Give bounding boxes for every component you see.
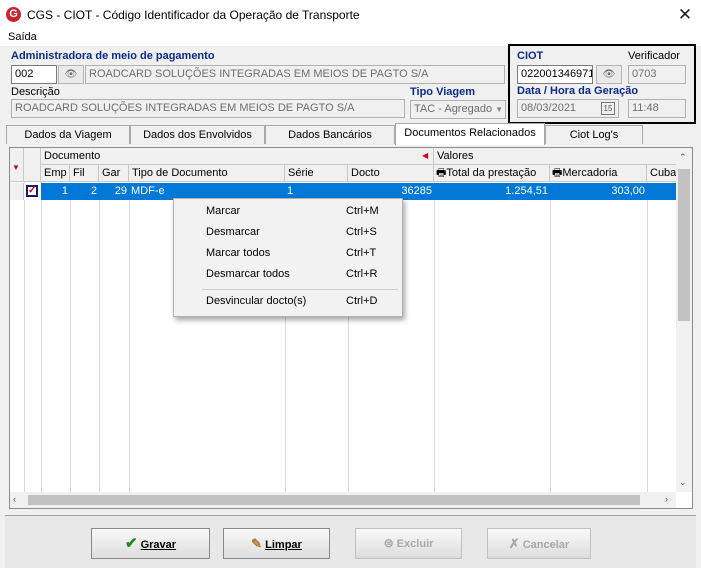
tab-dados-envolvidos[interactable]: Dados dos Envolvidos (130, 125, 265, 144)
col-gar[interactable]: Gar (99, 165, 129, 182)
excluir-label: Excluir (396, 538, 434, 550)
menu-desvincular-shortcut: Ctrl+D (346, 295, 378, 307)
menu-desmarcar-todos-label: Desmarcar todos (206, 268, 290, 280)
group-valores: Valores (434, 148, 692, 165)
menu-marcar[interactable]: Marcar Ctrl+M (174, 202, 402, 223)
limpar-label: Limpar (265, 539, 302, 551)
col-serie[interactable]: Série (285, 165, 348, 182)
binoculars-icon[interactable]: 👁 (58, 65, 84, 84)
trash-icon: ⊜ (383, 536, 394, 550)
scroll-up-icon[interactable]: ⌃ (679, 152, 687, 163)
sort-down-icon: ▼ (12, 163, 20, 172)
menu-desmarcar-todos[interactable]: Desmarcar todos Ctrl+R (174, 265, 402, 286)
cell-gar: 29 (114, 185, 127, 197)
cell-emp: 1 (61, 185, 68, 197)
group-documento: Documento (41, 148, 434, 165)
verificador-label: Verificador (628, 50, 680, 62)
tipo-viagem-select[interactable]: TAC - Agregado ▼ (410, 100, 506, 119)
ciot-label: CIOT (517, 50, 544, 62)
menu-desmarcar-shortcut: Ctrl+S (346, 226, 377, 238)
col-total-prestacao-label: Total da prestação (446, 167, 537, 179)
col-mercadoria[interactable]: 🖶Mercadoria (550, 165, 647, 182)
ciot-field[interactable]: 022001346971 (517, 65, 593, 84)
printer-icon: 🖶 (436, 167, 447, 179)
scroll-right-icon[interactable]: › (665, 494, 668, 504)
data-geracao-value: 08/03/2021 (521, 102, 577, 114)
menu-separator (202, 289, 398, 290)
cancelar-button[interactable]: ✗ Cancelar (487, 528, 591, 559)
horizontal-scrollbar[interactable]: ‹ › (10, 492, 676, 508)
menu-desmarcar-label: Desmarcar (206, 226, 260, 238)
menu-marcar-todos-shortcut: Ctrl+T (346, 247, 377, 259)
col-total-prestacao[interactable]: 🖶Total da prestação (434, 165, 550, 182)
descricao-field[interactable]: ROADCARD SOLUÇÕES INTEGRADAS EM MEIOS DE… (11, 99, 405, 118)
tab-documentos-relacionados[interactable]: Documentos Relacionados (395, 123, 545, 145)
verificador-field: 0703 (628, 65, 686, 84)
menu-saida[interactable]: Saída (8, 31, 37, 43)
descricao-label: Descrição (11, 86, 60, 98)
limpar-button[interactable]: ✎ Limpar (223, 528, 330, 559)
cancelar-label: Cancelar (522, 539, 570, 551)
menu-marcar-label: Marcar (206, 205, 241, 217)
scroll-left-icon[interactable]: ‹ (13, 494, 16, 504)
col-fil[interactable]: Fil (70, 165, 99, 182)
tipo-viagem-value: TAC - Agregado (414, 103, 493, 115)
grid-corner: ▼ (10, 148, 24, 182)
menu-desvincular-label: Desvincular docto(s) (206, 295, 307, 307)
cell-mercadoria: 303,00 (611, 185, 645, 197)
chevron-down-icon[interactable]: ▼ (495, 101, 503, 118)
grid-checkbox-header (24, 148, 41, 182)
app-logo-icon: G (6, 7, 21, 22)
vertical-scroll-thumb[interactable] (678, 169, 690, 321)
tab-ciot-logs[interactable]: Ciot Log's (545, 125, 643, 144)
group-arrow-icon: ◀ (422, 151, 429, 160)
admin-code-field[interactable]: 002 (11, 65, 57, 84)
eraser-icon: ✎ (251, 536, 263, 551)
window-title: CGS - CIOT - Código Identificador da Ope… (27, 8, 360, 22)
menu-marcar-todos[interactable]: Marcar todos Ctrl+T (174, 244, 402, 265)
menu-desmarcar-todos-shortcut: Ctrl+R (346, 268, 378, 280)
row-indicator (10, 183, 24, 200)
checkmark-icon: ✔ (124, 535, 138, 552)
col-tipo-documento[interactable]: Tipo de Documento (129, 165, 285, 182)
cell-fil: 2 (90, 185, 97, 197)
printer-icon: 🖶 (552, 167, 563, 179)
menu-marcar-shortcut: Ctrl+M (346, 205, 379, 217)
vertical-scrollbar[interactable]: ⌃ ⌄ (676, 149, 692, 492)
context-menu: Marcar Ctrl+M Desmarcar Ctrl+S Marcar to… (173, 198, 403, 317)
cell-total: 1.254,51 (505, 185, 548, 197)
col-mercadoria-label: Mercadoria (562, 167, 618, 179)
close-icon[interactable]: ✕ (674, 4, 696, 26)
row-checkbox-cell[interactable]: ✓ (24, 183, 41, 200)
calendar-icon[interactable]: 15 (601, 102, 615, 115)
data-geracao-field: 08/03/2021 15 (517, 99, 619, 118)
admin-label: Administradora de meio de pagamento (11, 50, 215, 62)
col-docto[interactable]: Docto (348, 165, 434, 182)
row-checkbox[interactable]: ✓ (26, 185, 38, 197)
hora-geracao-field: 11:48 (628, 99, 686, 118)
ciot-binoculars-icon[interactable]: 👁 (596, 65, 622, 84)
gravar-label: Gravar (140, 539, 177, 551)
menu-desmarcar[interactable]: Desmarcar Ctrl+S (174, 223, 402, 244)
excluir-button[interactable]: ⊜ Excluir (355, 528, 462, 559)
gravar-button[interactable]: ✔ Gravar (91, 528, 210, 559)
tab-dados-viagem[interactable]: Dados da Viagem (6, 125, 130, 144)
col-emp[interactable]: Emp (41, 165, 70, 182)
menu-desvincular[interactable]: Desvincular docto(s) Ctrl+D (174, 292, 402, 313)
menu-marcar-todos-label: Marcar todos (206, 247, 271, 259)
title-bar: G CGS - CIOT - Código Identificador da O… (0, 0, 701, 30)
tipo-viagem-label: Tipo Viagem (410, 86, 476, 98)
cancel-x-icon: ✗ (508, 536, 520, 551)
data-hora-label: Data / Hora da Geração (517, 85, 639, 97)
scroll-down-icon[interactable]: ⌄ (679, 477, 687, 488)
tab-dados-bancarios[interactable]: Dados Bancários (265, 125, 395, 144)
horizontal-scroll-thumb[interactable] (28, 495, 640, 505)
admin-name-field: ROADCARD SOLUÇÕES INTEGRADAS EM MEIOS DE… (85, 65, 505, 84)
